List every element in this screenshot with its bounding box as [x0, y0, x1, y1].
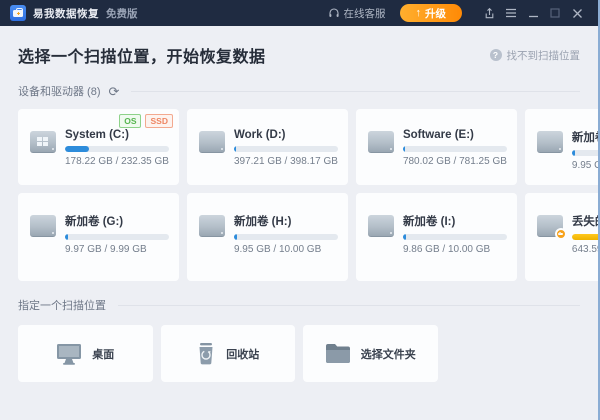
drive-usage-bar	[571, 150, 598, 156]
upgrade-button[interactable]: 升级	[399, 4, 462, 22]
help-link-label: 找不到扫描位置	[506, 49, 581, 62]
location-label: 桌面	[92, 348, 115, 361]
drive-usage-bar	[571, 234, 598, 240]
windows-logo-icon	[37, 137, 48, 146]
drive-grid: OS SSD System (C:) 178.22 GB / 232.35 GB…	[18, 109, 598, 281]
drive-name: 新加卷 (H:)	[233, 216, 292, 228]
os-badge: OS	[119, 114, 142, 129]
drive-size: 780.02 GB / 781.25 GB	[402, 156, 507, 167]
devices-section-header: 设备和驱动器 (8)	[18, 83, 580, 99]
drive-name: 丢失的分区 - 1	[571, 216, 598, 228]
drive-usage-bar	[402, 146, 507, 152]
system-drive-icon	[30, 131, 56, 153]
drive-usage-bar	[65, 234, 169, 240]
drive-icon	[367, 215, 394, 237]
drive-name: Work (D:)	[233, 129, 286, 141]
location-label: 选择文件夹	[360, 348, 416, 361]
close-button[interactable]	[566, 3, 588, 23]
drive-card-f[interactable]: 新加卷 (F:) 9.95 GB / 10.00 GB	[524, 109, 598, 185]
drive-icon	[198, 131, 225, 153]
drive-size: 9.95 GB / 10.00 GB	[571, 160, 598, 171]
location-label: 回收站	[226, 348, 260, 361]
titlebar: 易我数据恢复 免费版 在线客服 升级	[0, 0, 598, 26]
drive-card-work-d[interactable]: Work (D:) 397.21 GB / 398.17 GB	[186, 109, 348, 185]
locations-section-header: 指定一个扫描位置	[18, 297, 580, 313]
drive-icon	[30, 215, 56, 237]
drive-icon	[367, 131, 394, 153]
locations-section-label: 指定一个扫描位置	[18, 300, 106, 312]
section-divider	[118, 304, 580, 306]
drive-usage-bar	[65, 146, 169, 152]
drive-name: 新加卷 (I:)	[402, 216, 456, 228]
app-logo-icon	[10, 5, 26, 21]
drive-name: Software (E:)	[402, 129, 474, 141]
folder-icon	[325, 343, 351, 364]
drive-size: 9.95 GB / 10.00 GB	[233, 244, 322, 255]
menu-icon[interactable]	[500, 3, 522, 23]
ssd-badge: SSD	[145, 114, 173, 129]
location-card-recycle-bin[interactable]: 回收站	[160, 325, 295, 382]
drive-name: 新加卷 (F:)	[571, 132, 598, 144]
page-title: 选择一个扫描位置，开始恢复数据	[18, 49, 266, 66]
drive-usage-bar	[233, 146, 338, 152]
app-edition-badge: 免费版	[106, 7, 138, 20]
drive-card-system-c[interactable]: OS SSD System (C:) 178.22 GB / 232.35 GB	[18, 109, 179, 185]
drive-name: 新加卷 (G:)	[65, 216, 124, 228]
drive-icon	[536, 131, 563, 153]
drive-size: 397.21 GB / 398.17 GB	[233, 156, 338, 167]
section-divider	[131, 90, 580, 92]
question-mark-icon	[489, 49, 502, 61]
recycle-bin-icon	[196, 342, 216, 365]
cant-find-location-link[interactable]: 找不到扫描位置	[489, 48, 581, 63]
desktop-icon	[56, 343, 82, 365]
drive-card-lost-partition[interactable]: 丢失的分区 - 1 643.59 GB	[524, 193, 600, 281]
online-service-label: 在线客服	[343, 7, 386, 20]
location-grid: 桌面 回收站 选择文件夹	[18, 325, 580, 382]
app-title: 易我数据恢复	[33, 7, 99, 20]
app-window: 易我数据恢复 免费版 在线客服 升级	[0, 0, 600, 420]
drive-usage-bar	[233, 234, 338, 240]
export-icon[interactable]	[478, 3, 500, 23]
drive-size: 9.97 GB / 9.99 GB	[65, 244, 147, 255]
drive-card-g[interactable]: 新加卷 (G:) 9.97 GB / 9.99 GB	[18, 193, 179, 281]
drive-card-h[interactable]: 新加卷 (H:) 9.95 GB / 10.00 GB	[186, 193, 348, 281]
refresh-icon[interactable]	[109, 85, 120, 98]
drive-size: 9.86 GB / 10.00 GB	[402, 244, 491, 255]
headset-icon	[328, 7, 340, 19]
online-service-button[interactable]: 在线客服	[328, 6, 386, 21]
lost-partition-badge-icon	[554, 228, 567, 240]
minimize-button[interactable]	[522, 3, 544, 23]
drive-card-software-e[interactable]: Software (E:) 780.02 GB / 781.25 GB	[355, 109, 517, 185]
drive-badges: OS SSD	[119, 114, 173, 129]
drive-card-i[interactable]: 新加卷 (I:) 9.86 GB / 10.00 GB	[355, 193, 517, 281]
drive-name: System (C:)	[65, 129, 129, 141]
location-card-choose-folder[interactable]: 选择文件夹	[303, 325, 438, 382]
devices-section-label: 设备和驱动器 (8)	[18, 86, 101, 98]
upgrade-label: 升级	[425, 7, 446, 20]
drive-size: 178.22 GB / 232.35 GB	[65, 156, 169, 167]
main-content: 选择一个扫描位置，开始恢复数据 找不到扫描位置 设备和驱动器 (8) OS SS…	[0, 26, 598, 382]
drive-usage-bar	[402, 234, 507, 240]
drive-icon	[198, 215, 225, 237]
lost-partition-drive-icon	[536, 215, 567, 240]
maximize-button[interactable]	[544, 3, 566, 23]
location-card-desktop[interactable]: 桌面	[18, 325, 153, 382]
drive-size: 643.59 GB	[571, 244, 600, 255]
up-arrow-icon	[416, 7, 422, 19]
